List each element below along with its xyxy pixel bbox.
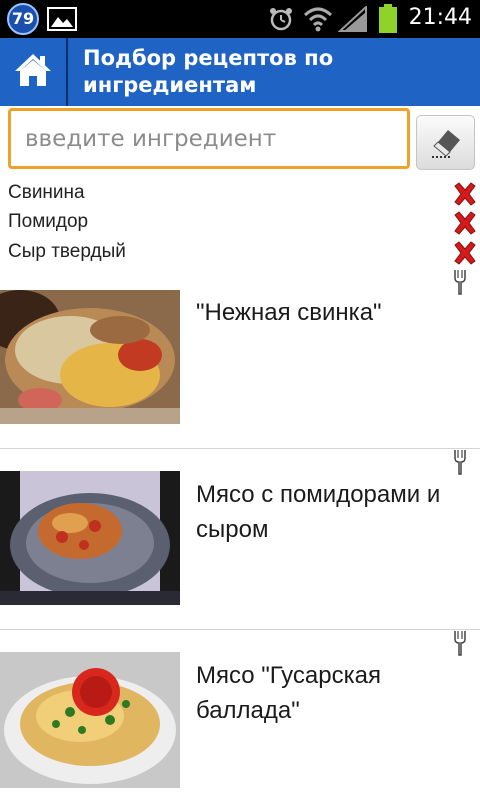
wifi-icon xyxy=(303,7,333,32)
remove-icon[interactable] xyxy=(451,209,479,237)
ingredient-label: Сыр твердый xyxy=(8,241,126,262)
remove-icon[interactable] xyxy=(451,239,479,267)
recipe-title: "Нежная свинка" xyxy=(196,299,382,326)
gallery-notification-icon xyxy=(47,7,77,31)
ingredient-label: Помидор xyxy=(8,211,89,232)
eraser-icon xyxy=(432,130,460,158)
recipe-item[interactable]: "Нежная свинка" xyxy=(0,267,480,449)
recipe-photo xyxy=(0,290,180,424)
fork-icon xyxy=(454,270,466,295)
status-clock: 21:44 xyxy=(408,5,472,30)
recipe-title: Мясо "Гусарская баллада" xyxy=(196,662,381,724)
page-title: Подбор рецептов по ингредиентам xyxy=(83,46,334,97)
ingredient-item: Свинина xyxy=(0,180,480,210)
clear-button[interactable] xyxy=(416,115,475,170)
app-header: Подбор рецептов по ингредиентам xyxy=(0,38,480,106)
home-icon xyxy=(15,54,51,86)
recipe-item[interactable]: Мясо "Гусарская баллада" xyxy=(0,630,480,800)
recipe-photo xyxy=(0,471,180,605)
ingredient-search-input[interactable] xyxy=(8,108,410,169)
ingredient-item: Сыр твердый xyxy=(0,239,480,269)
recipe-item[interactable]: Мясо с помидорами и сыром xyxy=(0,449,480,629)
home-button[interactable] xyxy=(0,38,66,106)
recipe-title: Мясо с помидорами и сыром xyxy=(196,481,441,543)
header-divider xyxy=(66,38,68,106)
battery-icon xyxy=(379,4,397,33)
recipe-photo xyxy=(0,652,180,788)
status-bar: 79 21:44 xyxy=(0,0,480,38)
fork-icon xyxy=(454,450,466,475)
alarm-clock-icon xyxy=(270,8,292,31)
ingredient-label: Свинина xyxy=(8,182,85,203)
signal-strength-icon xyxy=(338,6,367,32)
remove-icon[interactable] xyxy=(451,180,479,208)
fork-icon xyxy=(454,631,466,656)
ingredient-item: Помидор xyxy=(0,209,480,239)
notification-count-badge: 79 xyxy=(7,3,39,35)
